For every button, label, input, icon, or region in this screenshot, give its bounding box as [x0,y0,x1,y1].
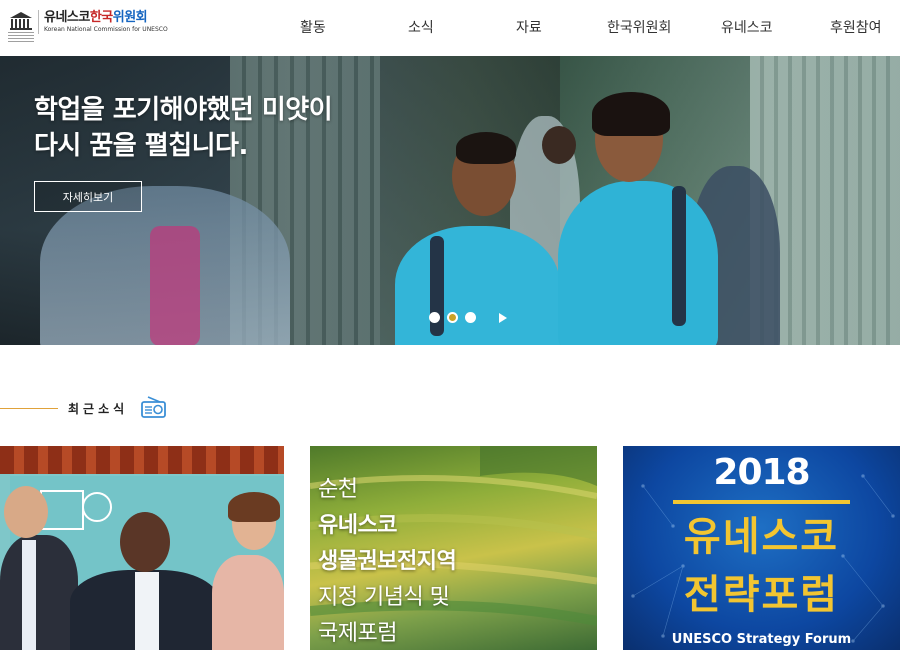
hero-girl [558,181,718,345]
card2-line-2: 유네스코 [318,513,397,538]
card2-line-3: 생물권보전지역 [318,549,457,574]
news-card-1[interactable] [0,446,284,650]
card1-person-3 [212,555,284,650]
radio-icon [141,396,166,418]
hero-figure-strap [150,226,200,345]
news-card-3[interactable]: 2018 유네스코 전략포럼 UNESCO Strategy Forum [623,446,900,650]
card1-person-2-shirt [135,572,159,650]
card3-title-line2: 전략포럼 [683,572,840,618]
unesco-temple-icon [8,10,34,42]
card3-year: 2018 [713,452,810,493]
card1-heritage-logo [82,492,112,522]
nav-item-korean-commission[interactable]: 한국위원회 [607,17,671,37]
hero-title-line2: 다시 꿈을 펼칩니다. [34,131,248,161]
hero-girl-strap [672,186,686,326]
card2-line-4: 지정 기념식 및 [318,585,450,610]
news-card-2[interactable]: 순천 유네스코 생물권보전지역 지정 기념식 및 국제포럼 [310,446,597,650]
hero-boy-hair [456,132,516,164]
nav-item-activities[interactable]: 활동 [300,17,326,37]
site-logo[interactable]: 유네스코한국위원회 Korean National Commission for… [8,10,168,42]
hero-girl-hair [592,92,670,136]
logo-korean-name: 유네스코한국위원회 [44,10,168,26]
play-icon[interactable] [499,312,507,323]
slider-pagination [429,312,507,323]
hero-boy [395,226,560,345]
card1-person-1-shirt [22,540,36,650]
logo-ko-part3: 위원회 [112,10,148,25]
card2-line-5: 국제포럼 [318,621,397,646]
hero-slider: 학업을 포기해야했던 미얏이 다시 꿈을 펼칩니다. 자세히보기 [0,56,900,345]
logo-text: 유네스코한국위원회 Korean National Commission for… [38,10,168,34]
nav-item-unesco[interactable]: 유네스코 [721,17,773,37]
main-nav: 활동 소식 자료 한국위원회 유네스코 후원참여 [250,0,900,56]
hero-student-back-head [542,126,576,164]
section-accent-line [0,408,58,409]
card1-person-3-hair [228,492,280,522]
hero-details-button[interactable]: 자세히보기 [34,181,142,212]
card3-title-line1: 유네스코 [683,514,840,560]
logo-ko-part2: 한국 [89,10,113,25]
nav-item-news[interactable]: 소식 [408,17,434,37]
logo-ko-part1: 유네스코 [44,10,90,25]
recent-news-header: 최근소식 [0,396,300,420]
logo-english-name: Korean National Commission for UNESCO [44,26,168,33]
hero-title-line1: 학업을 포기해야했던 미얏이 [34,95,333,125]
card1-person-1 [0,535,78,650]
hero-title: 학업을 포기해야했던 미얏이 다시 꿈을 펼칩니다. [34,92,333,164]
card1-person-1-head [4,486,48,538]
nav-item-resources[interactable]: 자료 [516,17,542,37]
card1-person-2-head [120,512,170,572]
slider-dot-3[interactable] [465,312,476,323]
card1-curtain [0,446,284,474]
slider-dot-1[interactable] [429,312,440,323]
card3-divider [673,500,850,504]
card3-subtitle: UNESCO Strategy Forum [671,632,852,647]
nav-item-donate[interactable]: 후원참여 [830,17,882,37]
card2-line-1: 순천 [318,477,358,502]
site-header: 유네스코한국위원회 Korean National Commission for… [0,0,900,56]
card2-title: 순천 유네스코 생물권보전지역 지정 기념식 및 국제포럼 [318,472,457,650]
slider-dot-2[interactable] [447,312,458,323]
section-title: 최근소식 [68,402,129,416]
